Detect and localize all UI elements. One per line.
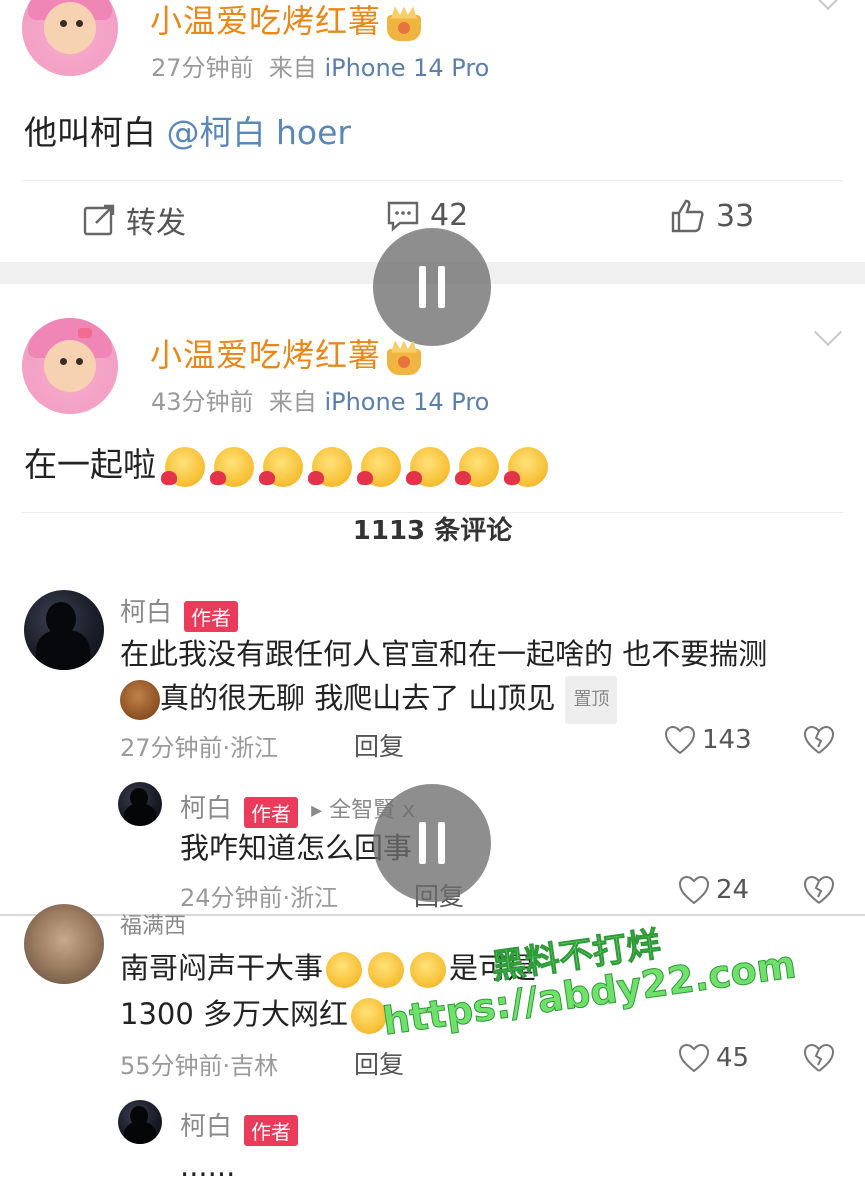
user-avatar[interactable] — [22, 0, 118, 76]
kiss-emoji-icon — [308, 446, 352, 487]
comment-text: 真的很无聊 我爬山去了 山顶见 — [160, 681, 556, 715]
commenter-name[interactable]: 柯白 — [180, 1112, 232, 1142]
commenter-avatar[interactable] — [118, 1100, 162, 1144]
broken-heart-icon — [803, 1043, 835, 1072]
emoji-icon — [120, 680, 160, 720]
kiss-emoji-icon — [161, 446, 205, 487]
commenter-avatar[interactable] — [24, 590, 104, 670]
post-from: 来自 — [268, 388, 317, 416]
post-device: iPhone 14 Pro — [324, 54, 490, 82]
post-from: 来自 — [268, 54, 317, 82]
username[interactable]: 小温爱吃烤红薯 — [150, 2, 381, 40]
post-text: 在一起啦 — [24, 438, 548, 487]
post-body: 在一起啦 — [24, 445, 156, 484]
pause-icon[interactable] — [373, 228, 491, 346]
comment-text-line-2: 真的很无聊 我爬山去了 山顶见 置顶 — [120, 676, 618, 724]
heart-icon — [678, 875, 710, 905]
commenter-name[interactable]: 柯白 — [120, 598, 172, 628]
repost-button[interactable]: 转发 — [82, 198, 186, 242]
comment-text-line-2: 1300 多万大网红 — [120, 992, 390, 1036]
comment-icon — [387, 201, 419, 232]
comment-header: 柯白 作者 — [180, 1106, 299, 1146]
crown-icon — [387, 348, 422, 375]
author-badge: 作者 — [244, 1115, 299, 1146]
post-meta: 27分钟前 来自 iPhone 14 Pro — [151, 48, 489, 83]
pleading-emoji-icon — [326, 952, 363, 988]
author-badge: 作者 — [184, 601, 239, 632]
kiss-emoji-icon — [504, 446, 548, 487]
comment-text-line-1: 在此我没有跟任何人官宣和在一起啥的 也不要揣测 — [120, 637, 768, 671]
avatar-eye — [60, 358, 67, 365]
kiss-emoji-icon — [210, 446, 254, 487]
avatar-eye — [76, 358, 83, 365]
comment-text: 南哥闷声干大事 — [120, 951, 324, 985]
chevron-down-icon[interactable] — [813, 317, 843, 347]
avatar-bow — [78, 328, 92, 338]
username[interactable]: 小温爱吃烤红薯 — [150, 336, 381, 374]
comment-text: 1300 多万大网红 — [120, 997, 349, 1031]
post-text: 他叫柯白 @柯白 hoer — [24, 106, 351, 154]
kiss-emoji-icon — [455, 446, 499, 487]
pinned-badge: 置顶 — [565, 676, 618, 724]
mention-link[interactable]: @柯白 hoer — [167, 113, 351, 152]
post-meta: 43分钟前 来自 iPhone 14 Pro — [151, 382, 489, 417]
comments-header: 1113 条评论 — [352, 516, 513, 546]
pause-icon[interactable] — [373, 784, 491, 902]
post-time: 27分钟前 — [151, 54, 254, 82]
broken-heart-icon — [803, 875, 835, 904]
repost-icon — [83, 204, 115, 236]
like-count: 33 — [716, 198, 755, 234]
avatar-face — [44, 340, 96, 392]
divider — [22, 180, 843, 181]
author-badge: 作者 — [244, 797, 299, 828]
avatar-face — [44, 2, 96, 54]
repost-label: 转发 — [126, 206, 186, 241]
like-count: 143 — [702, 725, 752, 755]
heart-icon — [664, 725, 696, 755]
dislike-button[interactable] — [803, 1043, 835, 1077]
comment-like-button[interactable]: 24 — [678, 875, 749, 905]
avatar-eye — [60, 20, 67, 27]
comment-header: 柯白 作者 — [120, 592, 239, 632]
comment-like-button[interactable]: 45 — [678, 1043, 749, 1073]
dislike-button[interactable] — [803, 725, 835, 759]
pleading-emoji-icon — [368, 952, 405, 988]
kiss-emoji-icon — [357, 446, 401, 487]
comment-meta: 27分钟前·浙江 — [120, 734, 279, 762]
post-time: 43分钟前 — [151, 388, 254, 416]
post-1-header: 小温爱吃烤红薯 — [150, 0, 422, 42]
reply-button[interactable]: 回复 — [354, 1045, 404, 1081]
commenter-name[interactable]: 柯白 — [180, 794, 232, 824]
post-body: 他叫柯白 — [24, 113, 156, 152]
comment-text: ...... — [180, 1149, 236, 1178]
commenter-avatar[interactable] — [24, 904, 104, 984]
pleading-emoji-icon — [410, 952, 447, 988]
broken-heart-icon — [803, 725, 835, 754]
crown-icon — [387, 14, 422, 41]
comment-text-line-1: 南哥闷声干大事 是可是 — [120, 946, 536, 990]
post-device: iPhone 14 Pro — [324, 388, 490, 416]
comment-meta: 55分钟前·吉林 — [120, 1052, 279, 1080]
like-count: 24 — [716, 875, 750, 905]
commenter-avatar[interactable] — [118, 782, 162, 826]
like-count: 45 — [716, 1043, 750, 1073]
commenter-name[interactable]: 福满西 — [120, 908, 186, 940]
comment-like-button[interactable]: 143 — [664, 725, 752, 755]
comment-meta: 24分钟前·浙江 — [180, 884, 339, 912]
reply-button[interactable]: 回复 — [354, 727, 404, 763]
post-2-header: 小温爱吃烤红薯 — [150, 330, 422, 376]
chevron-down-icon[interactable] — [813, 0, 843, 11]
avatar-eye — [76, 20, 83, 27]
kiss-emoji-icon — [259, 446, 303, 487]
kiss-emoji-icon — [406, 446, 450, 487]
heart-icon — [678, 1043, 710, 1073]
dislike-button[interactable] — [803, 875, 835, 909]
like-button[interactable]: 33 — [670, 198, 754, 234]
user-avatar[interactable] — [22, 318, 118, 414]
thumbs-up-icon — [671, 199, 704, 233]
